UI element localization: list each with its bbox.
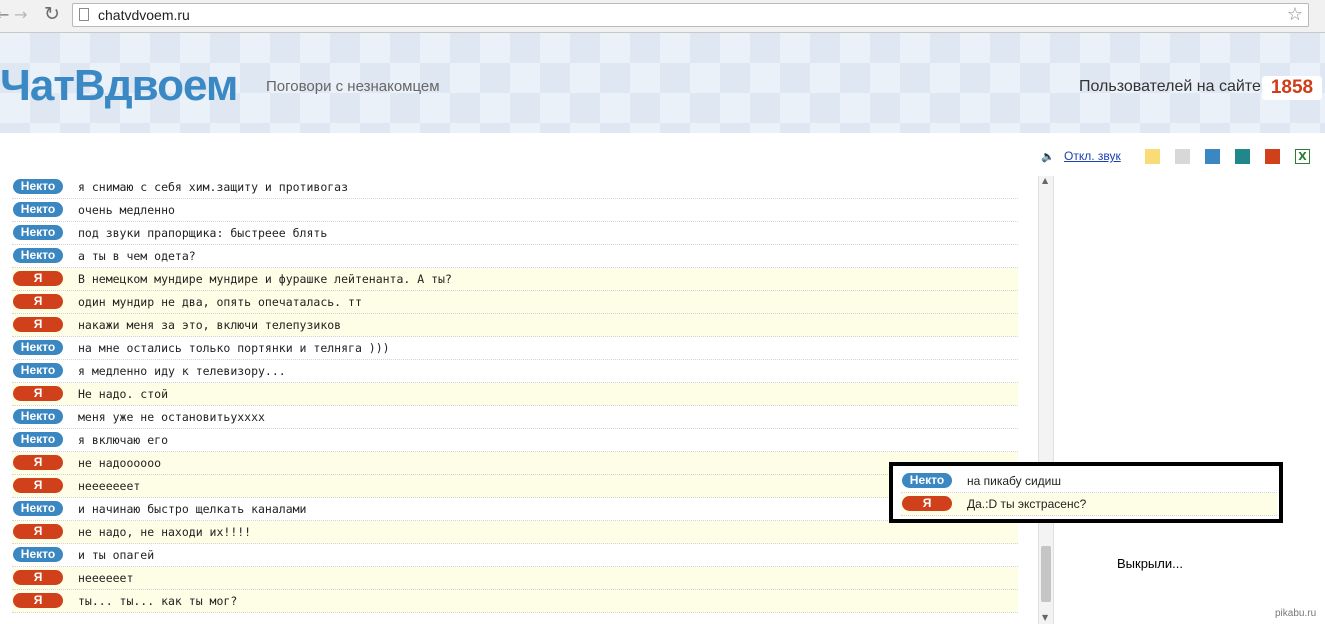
message-text: нееееeет <box>78 571 134 585</box>
callout-row: Я Да.:D ты экстрасенс? <box>901 493 1277 516</box>
scroll-down-arrow-icon[interactable]: ▼ <box>1042 613 1048 622</box>
excel-export-icon[interactable]: X <box>1295 149 1310 164</box>
chat-message-row: Некто я включаю его <box>12 429 1018 452</box>
chat-message-row: Яодин мундир не два, опять опечаталась. … <box>12 291 1018 314</box>
sender-badge: Некто <box>13 248 63 263</box>
sound-toggle-link[interactable]: Откл. звук <box>1064 149 1121 163</box>
page-icon <box>79 8 89 21</box>
sender-badge: Некто <box>13 547 63 562</box>
chat-message-row: Некто а ты в чем одета? <box>12 245 1018 268</box>
message-text: ты... ты... как ты мог? <box>78 594 238 608</box>
sender-badge: Я <box>13 317 63 332</box>
chat-message-row: Некто я снимаю с себя хим.защиту и против… <box>12 176 1018 199</box>
sender-badge: Я <box>13 570 63 585</box>
message-text: очень медленно <box>78 203 175 217</box>
chat-message-row: Некто под звуки прапорщика: быстреее блят… <box>12 222 1018 245</box>
browser-toolbar: ← → ↻ chatvdvoem.ru ☆ <box>0 0 1325 33</box>
bookmark-star-icon[interactable]: ☆ <box>1287 4 1303 25</box>
chat-message-row: Янееееeет <box>12 567 1018 590</box>
sender-badge: Я <box>13 455 63 470</box>
sender-badge: Некто <box>13 202 63 217</box>
back-arrow-icon[interactable]: ← <box>0 5 9 24</box>
sender-badge: Некто <box>13 501 63 516</box>
sender-badge: Я <box>13 593 63 608</box>
theme-swatch-yellow[interactable] <box>1145 149 1160 164</box>
message-text: накажи меня за это, включи телепузиков <box>78 318 342 332</box>
users-online-count: 1858 <box>1262 76 1322 100</box>
message-text: не надо, не находи их!!!! <box>78 525 252 539</box>
chat-message-row: Янакажи меня за это, включи телепузиков <box>12 314 1018 337</box>
site-logo[interactable]: ЧатВдвоем <box>0 61 238 111</box>
chat-message-row: Некто и начинаю быстро щелкать каналами <box>12 498 1018 521</box>
chat-scrollbar[interactable]: ▲ ▼ <box>1038 176 1054 624</box>
callout-caption: Выкрыли... <box>1117 556 1183 571</box>
site-header: ЧатВдвоем Поговори с незнакомцем Пользов… <box>0 33 1325 133</box>
sender-badge: Я <box>902 496 952 511</box>
chat-message-row: Некто я медленно иду к телевизору... <box>12 360 1018 383</box>
chat-message-row: Некто и ты опагей <box>12 544 1018 567</box>
message-text: нееееееет <box>78 479 141 493</box>
chat-log: Некто я снимаю с себя хим.защиту и против… <box>12 176 1018 613</box>
theme-swatch-red[interactable] <box>1265 149 1280 164</box>
scroll-thumb[interactable] <box>1041 546 1051 602</box>
site-tagline: Поговори с незнакомцем <box>266 78 440 95</box>
chat-message-row: Я В немецком мундире мундире и фурашке ле… <box>12 268 1018 291</box>
message-text: меня уже не остановитьухххх <box>78 410 265 424</box>
message-text: а ты в чем одета? <box>78 249 196 263</box>
message-text: и начинаю быстро щелкать каналами <box>78 502 307 516</box>
sender-badge: Я <box>13 386 63 401</box>
sender-badge: Некто <box>13 432 63 447</box>
message-text: один мундир не два, опять опечаталась. т… <box>78 295 362 309</box>
sender-badge: Я <box>13 294 63 309</box>
sender-badge: Некто <box>13 225 63 240</box>
chat-message-row: Яне надоооооо <box>12 452 1018 475</box>
message-text: В немецком мундире мундире и фурашке лей… <box>78 272 452 286</box>
chat-message-row: Яне надо, не находи их!!!! <box>12 521 1018 544</box>
address-bar[interactable]: chatvdvoem.ru ☆ <box>72 3 1309 27</box>
watermark: pikabu.ru <box>1275 608 1317 619</box>
highlight-callout: Некто на пикабу сидиш Я Да.:D ты экстрас… <box>889 462 1283 523</box>
sender-badge: Я <box>13 271 63 286</box>
chat-message-row: Яты... ты... как ты мог? <box>12 590 1018 613</box>
sender-badge: Некто <box>13 340 63 355</box>
chat-message-row: Я Не надо. стой <box>12 383 1018 406</box>
message-text: я медленно иду к телевизору... <box>78 364 286 378</box>
scroll-up-arrow-icon[interactable]: ▲ <box>1042 176 1048 185</box>
sender-badge: Некто <box>902 473 952 488</box>
sender-badge: Некто <box>13 409 63 424</box>
reload-icon[interactable]: ↻ <box>44 3 60 25</box>
url-text[interactable]: chatvdvoem.ru <box>98 7 190 23</box>
sender-badge: Я <box>13 524 63 539</box>
forward-arrow-icon[interactable]: → <box>14 5 27 24</box>
message-text: Да.:D ты экстрасенс? <box>967 497 1087 511</box>
sender-badge: Некто <box>13 363 63 378</box>
chat-message-row: Янееееееет <box>12 475 1018 498</box>
users-online-label: Пользователей на сайте <box>1079 78 1261 95</box>
theme-swatch-blue[interactable] <box>1205 149 1220 164</box>
message-text: я снимаю с себя хим.защиту и противогаз <box>78 180 349 194</box>
message-text: я включаю его <box>78 433 169 447</box>
sender-badge: Я <box>13 478 63 493</box>
message-text: и ты опагей <box>78 548 155 562</box>
message-text: под звуки прапорщика: быстреее блять <box>78 226 328 240</box>
theme-swatch-teal[interactable] <box>1235 149 1250 164</box>
theme-swatch-gray[interactable] <box>1175 149 1190 164</box>
message-text: на пикабу сидиш <box>967 474 1062 488</box>
speaker-icon: 🔈 <box>1041 150 1055 163</box>
chat-message-row: Некто на мне остались только портянки и т… <box>12 337 1018 360</box>
chat-message-row: Некто меня уже не остановитьухххх <box>12 406 1018 429</box>
callout-row: Некто на пикабу сидиш <box>901 470 1277 493</box>
message-text: на мне остались только портянки и телняг… <box>78 341 390 355</box>
chat-message-row: Некто очень медленно <box>12 199 1018 222</box>
message-text: не надоооооо <box>78 456 162 470</box>
sender-badge: Некто <box>13 179 63 194</box>
message-text: Не надо. стой <box>78 387 169 401</box>
